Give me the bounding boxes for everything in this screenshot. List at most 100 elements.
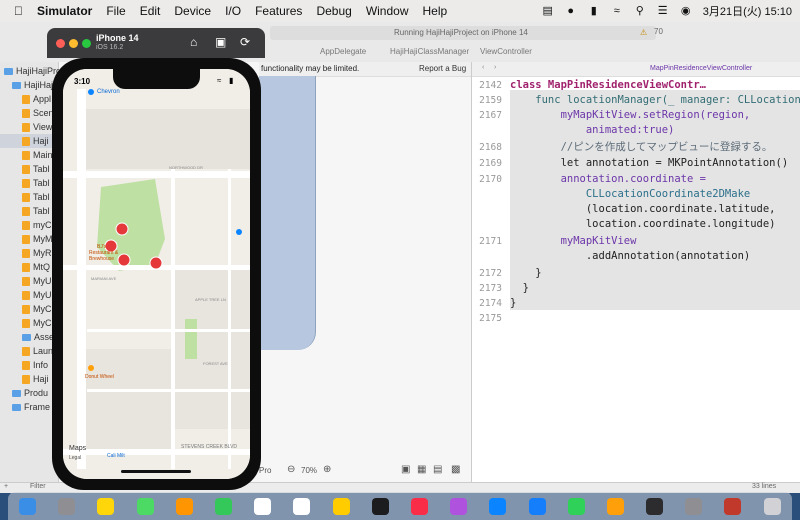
battery-icon[interactable]: ▮	[588, 5, 600, 17]
iphone-screen[interactable]: 3:10 ≈ ▮ Chevron NORTHWOOD DR Restaurant…	[63, 69, 250, 479]
nav-item[interactable]: MyU	[22, 288, 52, 302]
appstore-icon[interactable]	[489, 497, 507, 515]
calendar-icon[interactable]	[254, 497, 272, 515]
report-bug-button[interactable]: Report a Bug	[419, 62, 466, 76]
podcasts-icon[interactable]	[450, 497, 468, 515]
project-navigator: HajiHajiProje HajiHajiP Appl Scen View H…	[0, 62, 68, 492]
nav-item[interactable]: MtQ	[22, 260, 50, 274]
launchpad-icon[interactable]	[58, 497, 76, 515]
poi-bjs[interactable]: BJ's	[97, 244, 106, 250]
nav-item[interactable]: Tabl	[22, 162, 50, 176]
dictionary-icon[interactable]	[724, 497, 742, 515]
legal-link[interactable]: Legal	[69, 455, 81, 461]
display-icon[interactable]: ▤	[542, 5, 554, 17]
menu-edit[interactable]: Edit	[140, 4, 161, 18]
nav-item[interactable]: MyR	[22, 246, 52, 260]
menu-debug[interactable]: Debug	[316, 4, 351, 18]
facetime-icon[interactable]	[215, 497, 233, 515]
nav-item[interactable]: Tabl	[22, 204, 50, 218]
tab-viewcontroller[interactable]: ViewController	[480, 44, 532, 60]
view-controller-scene[interactable]	[259, 76, 316, 350]
zoom-button[interactable]	[82, 39, 91, 48]
menu-app-name[interactable]: Simulator	[37, 4, 92, 18]
street-label: STEVENS CREEK BLVD	[181, 444, 238, 450]
poi-restaurant[interactable]: Restaurant & Brewhouse	[89, 250, 127, 262]
nav-item-selected[interactable]: Haji	[0, 134, 58, 148]
activity-bar: Running HajiHajiProject on iPhone 14 ⚠	[270, 26, 656, 40]
settings-icon[interactable]	[685, 497, 703, 515]
input-icon[interactable]: ●	[565, 5, 577, 17]
filter-field[interactable]: Filter	[30, 483, 46, 490]
back-icon[interactable]: ‹	[482, 64, 484, 71]
menu-io[interactable]: I/O	[225, 4, 241, 18]
code-line: CLLocationCoordinate2DMake	[510, 188, 751, 200]
home-indicator[interactable]	[121, 470, 191, 473]
menu-window[interactable]: Window	[366, 4, 409, 18]
control-center-icon[interactable]: ☰	[657, 5, 669, 17]
nav-item[interactable]: Tabl	[22, 190, 50, 204]
zoom-in-icon[interactable]: ⊕	[323, 464, 331, 475]
xcode-icon[interactable]	[528, 497, 546, 515]
tab-classmanager[interactable]: HajiHajiClassManager	[390, 44, 469, 60]
tv-icon[interactable]	[371, 497, 389, 515]
add-icon[interactable]: +	[4, 483, 8, 490]
pages-icon[interactable]	[606, 497, 624, 515]
constraints-icon[interactable]: ▤	[433, 464, 442, 475]
nav-item[interactable]: Frame	[12, 400, 50, 414]
street-label: APPLE TREE LN	[195, 297, 226, 302]
fit-icon[interactable]: ▣	[401, 464, 410, 475]
tab-appdelegate[interactable]: AppDelegate	[320, 44, 366, 60]
siri-icon[interactable]: ◉	[680, 5, 692, 17]
nav-item[interactable]: Tabl	[22, 176, 50, 190]
nav-item[interactable]: Haji	[22, 372, 49, 386]
notes-icon[interactable]	[332, 497, 350, 515]
finder-icon[interactable]	[19, 497, 37, 515]
poi-cali-milt[interactable]: Cali Milt	[107, 453, 125, 459]
menu-clock[interactable]: 3月21日(火) 15:10	[703, 3, 792, 19]
trash-icon[interactable]	[763, 497, 781, 515]
rotate-icon[interactable]: ⟳	[240, 35, 250, 49]
nav-item[interactable]: MyC	[22, 302, 52, 316]
menu-device[interactable]: Device	[174, 4, 211, 18]
numbers-icon[interactable]	[567, 497, 585, 515]
nav-item[interactable]: Scen	[22, 106, 54, 120]
menu-help[interactable]: Help	[423, 4, 448, 18]
close-button[interactable]	[56, 39, 65, 48]
poi-donut-wheel[interactable]: Donut Wheel	[85, 374, 114, 380]
nav-item[interactable]: Appl	[22, 92, 51, 106]
breadcrumb[interactable]: MapPinResidenceViewController	[650, 65, 752, 72]
zoom-out-icon[interactable]: ⊖	[287, 464, 295, 475]
forward-icon[interactable]: ›	[494, 64, 496, 71]
nav-item[interactable]: Info	[22, 358, 48, 372]
inspect-icon[interactable]: ▩	[451, 464, 460, 475]
warning-icon[interactable]: ⚠	[640, 26, 647, 40]
nav-item[interactable]: Main	[22, 148, 53, 162]
nav-item[interactable]: Produ	[12, 386, 48, 400]
home-icon[interactable]: ⌂	[190, 35, 197, 49]
nav-item[interactable]: Laun	[22, 344, 53, 358]
photos-icon[interactable]	[175, 497, 193, 515]
nav-item[interactable]: MyC	[22, 316, 52, 330]
apple-menu-icon[interactable]: 	[14, 4, 23, 18]
nav-item[interactable]: Asse	[22, 330, 54, 344]
poi-chevron[interactable]: Chevron	[97, 89, 120, 95]
menu-features[interactable]: Features	[255, 4, 302, 18]
map-view[interactable]	[63, 69, 250, 479]
nav-item[interactable]: MyU	[22, 274, 52, 288]
reminders-icon[interactable]	[293, 497, 311, 515]
terminal-icon[interactable]	[646, 497, 664, 515]
search-icon[interactable]: ⚲	[634, 5, 646, 17]
align-icon[interactable]: ▦	[417, 464, 426, 475]
dock	[8, 492, 792, 520]
wifi-icon[interactable]: ≈	[611, 5, 623, 17]
messages-icon[interactable]	[136, 497, 154, 515]
music-icon[interactable]	[410, 497, 428, 515]
safari-icon[interactable]	[97, 497, 115, 515]
nav-item[interactable]: myC	[22, 218, 52, 232]
nav-item[interactable]: View	[22, 120, 52, 134]
minimize-button[interactable]	[69, 39, 78, 48]
code-editor[interactable]: ‹ › MapPinResidenceViewController 2142 cl…	[472, 62, 800, 482]
nav-item[interactable]: MyM	[22, 232, 53, 246]
screenshot-icon[interactable]: ▣	[215, 35, 226, 49]
menu-file[interactable]: File	[106, 4, 125, 18]
